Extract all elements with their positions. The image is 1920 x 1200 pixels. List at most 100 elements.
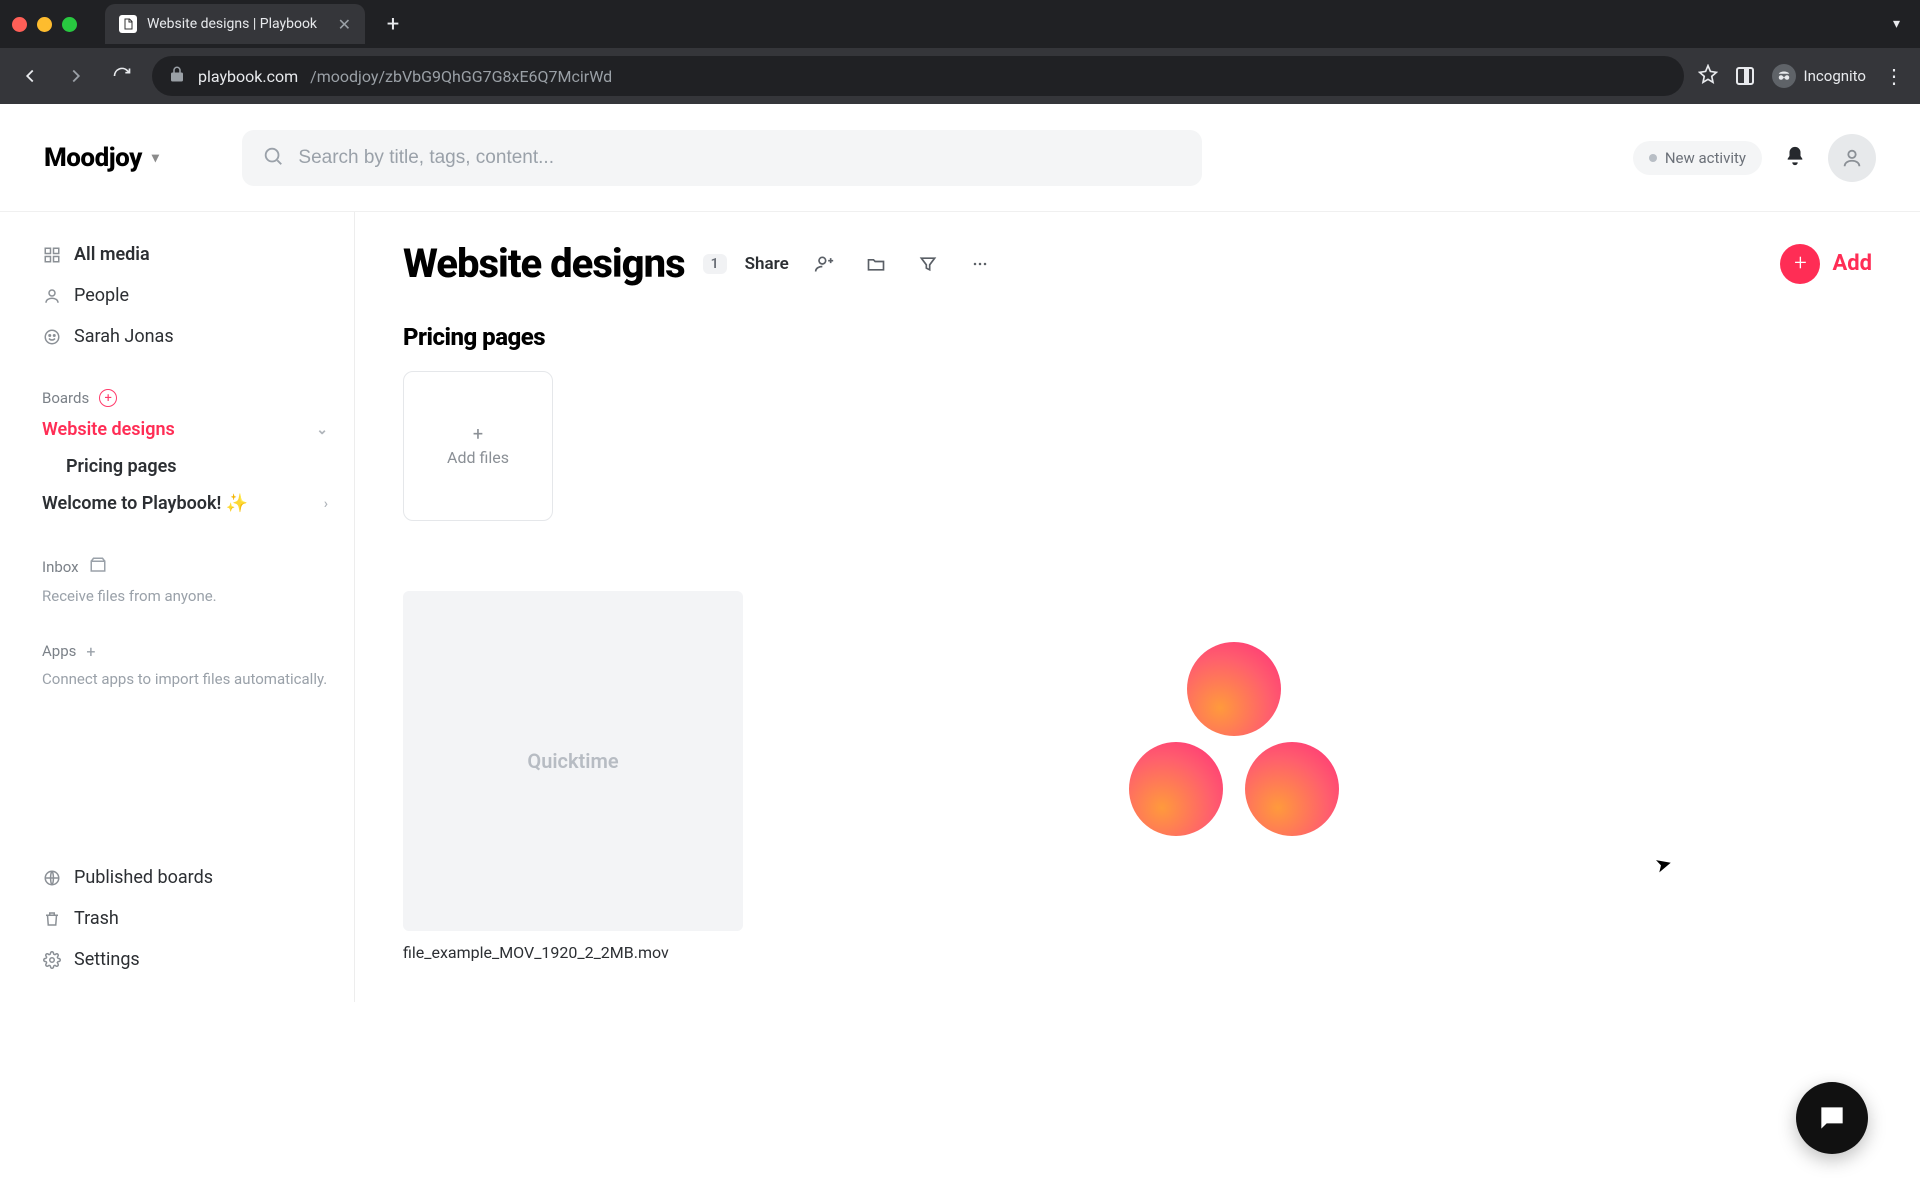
trash-icon [42,910,62,928]
loading-indicator [1115,642,1355,862]
browser-menu-button[interactable]: ⋮ [1884,64,1906,88]
sidebar-item-all-media[interactable]: All media [36,236,334,273]
search-bar[interactable] [242,130,1202,186]
file-name-label: file_example_MOV_1920_2_2MB.mov [403,943,743,962]
new-activity-label: New activity [1665,149,1746,167]
incognito-icon [1772,64,1796,88]
workspace-switcher[interactable]: Moodjoy ▾ [44,143,158,173]
side-panel-icon[interactable] [1736,67,1754,85]
inbox-icon [89,556,107,578]
filter-button[interactable] [911,247,945,281]
chat-support-button[interactable] [1796,1082,1868,1154]
sidebar-item-published-boards[interactable]: Published boards [36,859,334,896]
sidebar-item-settings[interactable]: Settings [36,941,334,978]
chevron-right-icon[interactable]: › [324,496,328,512]
mouse-cursor-icon: ➤ [1652,850,1674,878]
window-maximize-button[interactable] [62,17,77,32]
file-card: Quicktime file_example_MOV_1920_2_2MB.mo… [403,591,743,962]
loader-dot-icon [1245,742,1339,836]
subboard-label: Pricing pages [66,456,177,477]
app-topbar: Moodjoy ▾ New activity [0,104,1920,212]
apps-description: Connect apps to import files automatical… [36,665,334,691]
search-input[interactable] [298,147,1182,169]
loader-dot-icon [1129,742,1223,836]
add-board-button[interactable]: + [99,389,117,407]
new-tab-button[interactable]: + [377,12,409,37]
add-app-button[interactable]: + [86,642,95,661]
new-activity-pill[interactable]: New activity [1633,141,1762,175]
activity-dot-icon [1649,154,1657,162]
search-icon [262,145,284,171]
tab-title: Website designs | Playbook [147,16,328,32]
add-person-button[interactable] [807,247,841,281]
url-path: /moodjoy/zbVbG9QhGG7G8xE6Q7McirWd [310,67,612,86]
sidebar-item-label: Trash [74,908,119,929]
board-label: Welcome to Playbook! ✨ [42,493,248,514]
sidebar-item-label: Settings [74,949,140,970]
browser-toolbar-right: Incognito ⋮ [1698,64,1906,88]
sidebar-section-label: Apps [42,642,76,660]
browser-toolbar: playbook.com/moodjoy/zbVbG9QhGG7G8xE6Q7M… [0,48,1920,104]
add-files-label: Add files [447,448,509,467]
lock-icon [168,65,186,87]
browser-forward-button[interactable] [60,60,92,92]
browser-chrome: Website designs | Playbook ✕ + ▾ playboo… [0,0,1920,104]
sidebar-item-label: Published boards [74,867,213,888]
browser-reload-button[interactable] [106,60,138,92]
smiley-icon [42,328,62,346]
grid-icon [42,246,62,264]
incognito-label: Incognito [1804,67,1866,85]
window-minimize-button[interactable] [37,17,52,32]
gear-icon [42,951,62,969]
share-button[interactable]: Share [745,254,789,274]
sidebar-item-user[interactable]: Sarah Jonas [36,318,334,355]
board-label: Website designs [42,419,175,440]
notifications-button[interactable] [1784,145,1806,171]
sidebar-item-trash[interactable]: Trash [36,900,334,937]
plus-icon: + [473,426,483,444]
page-header: Website designs 1 Share + Add [403,240,1872,287]
user-avatar[interactable] [1828,134,1876,182]
tab-favicon-icon [119,15,137,33]
chevron-down-icon: ▾ [152,150,159,166]
file-thumbnail[interactable]: Quicktime [403,591,743,931]
sidebar-item-label: Sarah Jonas [74,326,174,347]
add-button-label: Add [1832,251,1872,276]
sidebar-inbox-header[interactable]: Inbox [36,552,334,582]
tab-strip: Website designs | Playbook ✕ + ▾ [0,0,1920,48]
sidebar-section-label: Boards [42,389,89,407]
window-close-button[interactable] [12,17,27,32]
bookmark-star-icon[interactable] [1698,64,1718,88]
move-to-folder-button[interactable] [859,247,893,281]
url-bar[interactable]: playbook.com/moodjoy/zbVbG9QhGG7G8xE6Q7M… [152,56,1684,96]
sidebar-board-welcome[interactable]: Welcome to Playbook! ✨ › [36,485,334,522]
sidebar-boards-header: Boards + [36,385,334,411]
sidebar-board-website-designs[interactable]: Website designs ⌄ [36,411,334,448]
page-title: Website designs [403,240,685,287]
plus-icon: + [1780,244,1820,284]
browser-tab[interactable]: Website designs | Playbook ✕ [105,4,365,44]
more-options-button[interactable] [963,247,997,281]
sidebar-section-label: Inbox [42,558,79,576]
tabs-overflow-button[interactable]: ▾ [1893,16,1908,32]
file-type-label: Quicktime [527,749,618,773]
chevron-down-icon[interactable]: ⌄ [316,422,328,438]
window-traffic-lights [12,17,77,32]
person-icon [42,287,62,305]
browser-back-button[interactable] [14,60,46,92]
add-button[interactable]: + Add [1780,244,1872,284]
sidebar-item-label: People [74,285,129,306]
tab-close-button[interactable]: ✕ [338,15,351,34]
sidebar: All media People Sarah Jonas Boards + [0,212,355,1002]
sidebar-subboard-pricing-pages[interactable]: Pricing pages [36,448,334,485]
url-domain: playbook.com [198,67,298,86]
sidebar-apps-header[interactable]: Apps + [36,638,334,665]
globe-icon [42,869,62,887]
incognito-badge[interactable]: Incognito [1772,64,1866,88]
workspace-name: Moodjoy [44,143,142,173]
add-files-card[interactable]: + Add files [403,371,553,521]
sidebar-item-people[interactable]: People [36,277,334,314]
section-title: Pricing pages [403,323,1872,351]
loader-dot-icon [1187,642,1281,736]
main-content: Website designs 1 Share + Add [355,212,1920,1002]
